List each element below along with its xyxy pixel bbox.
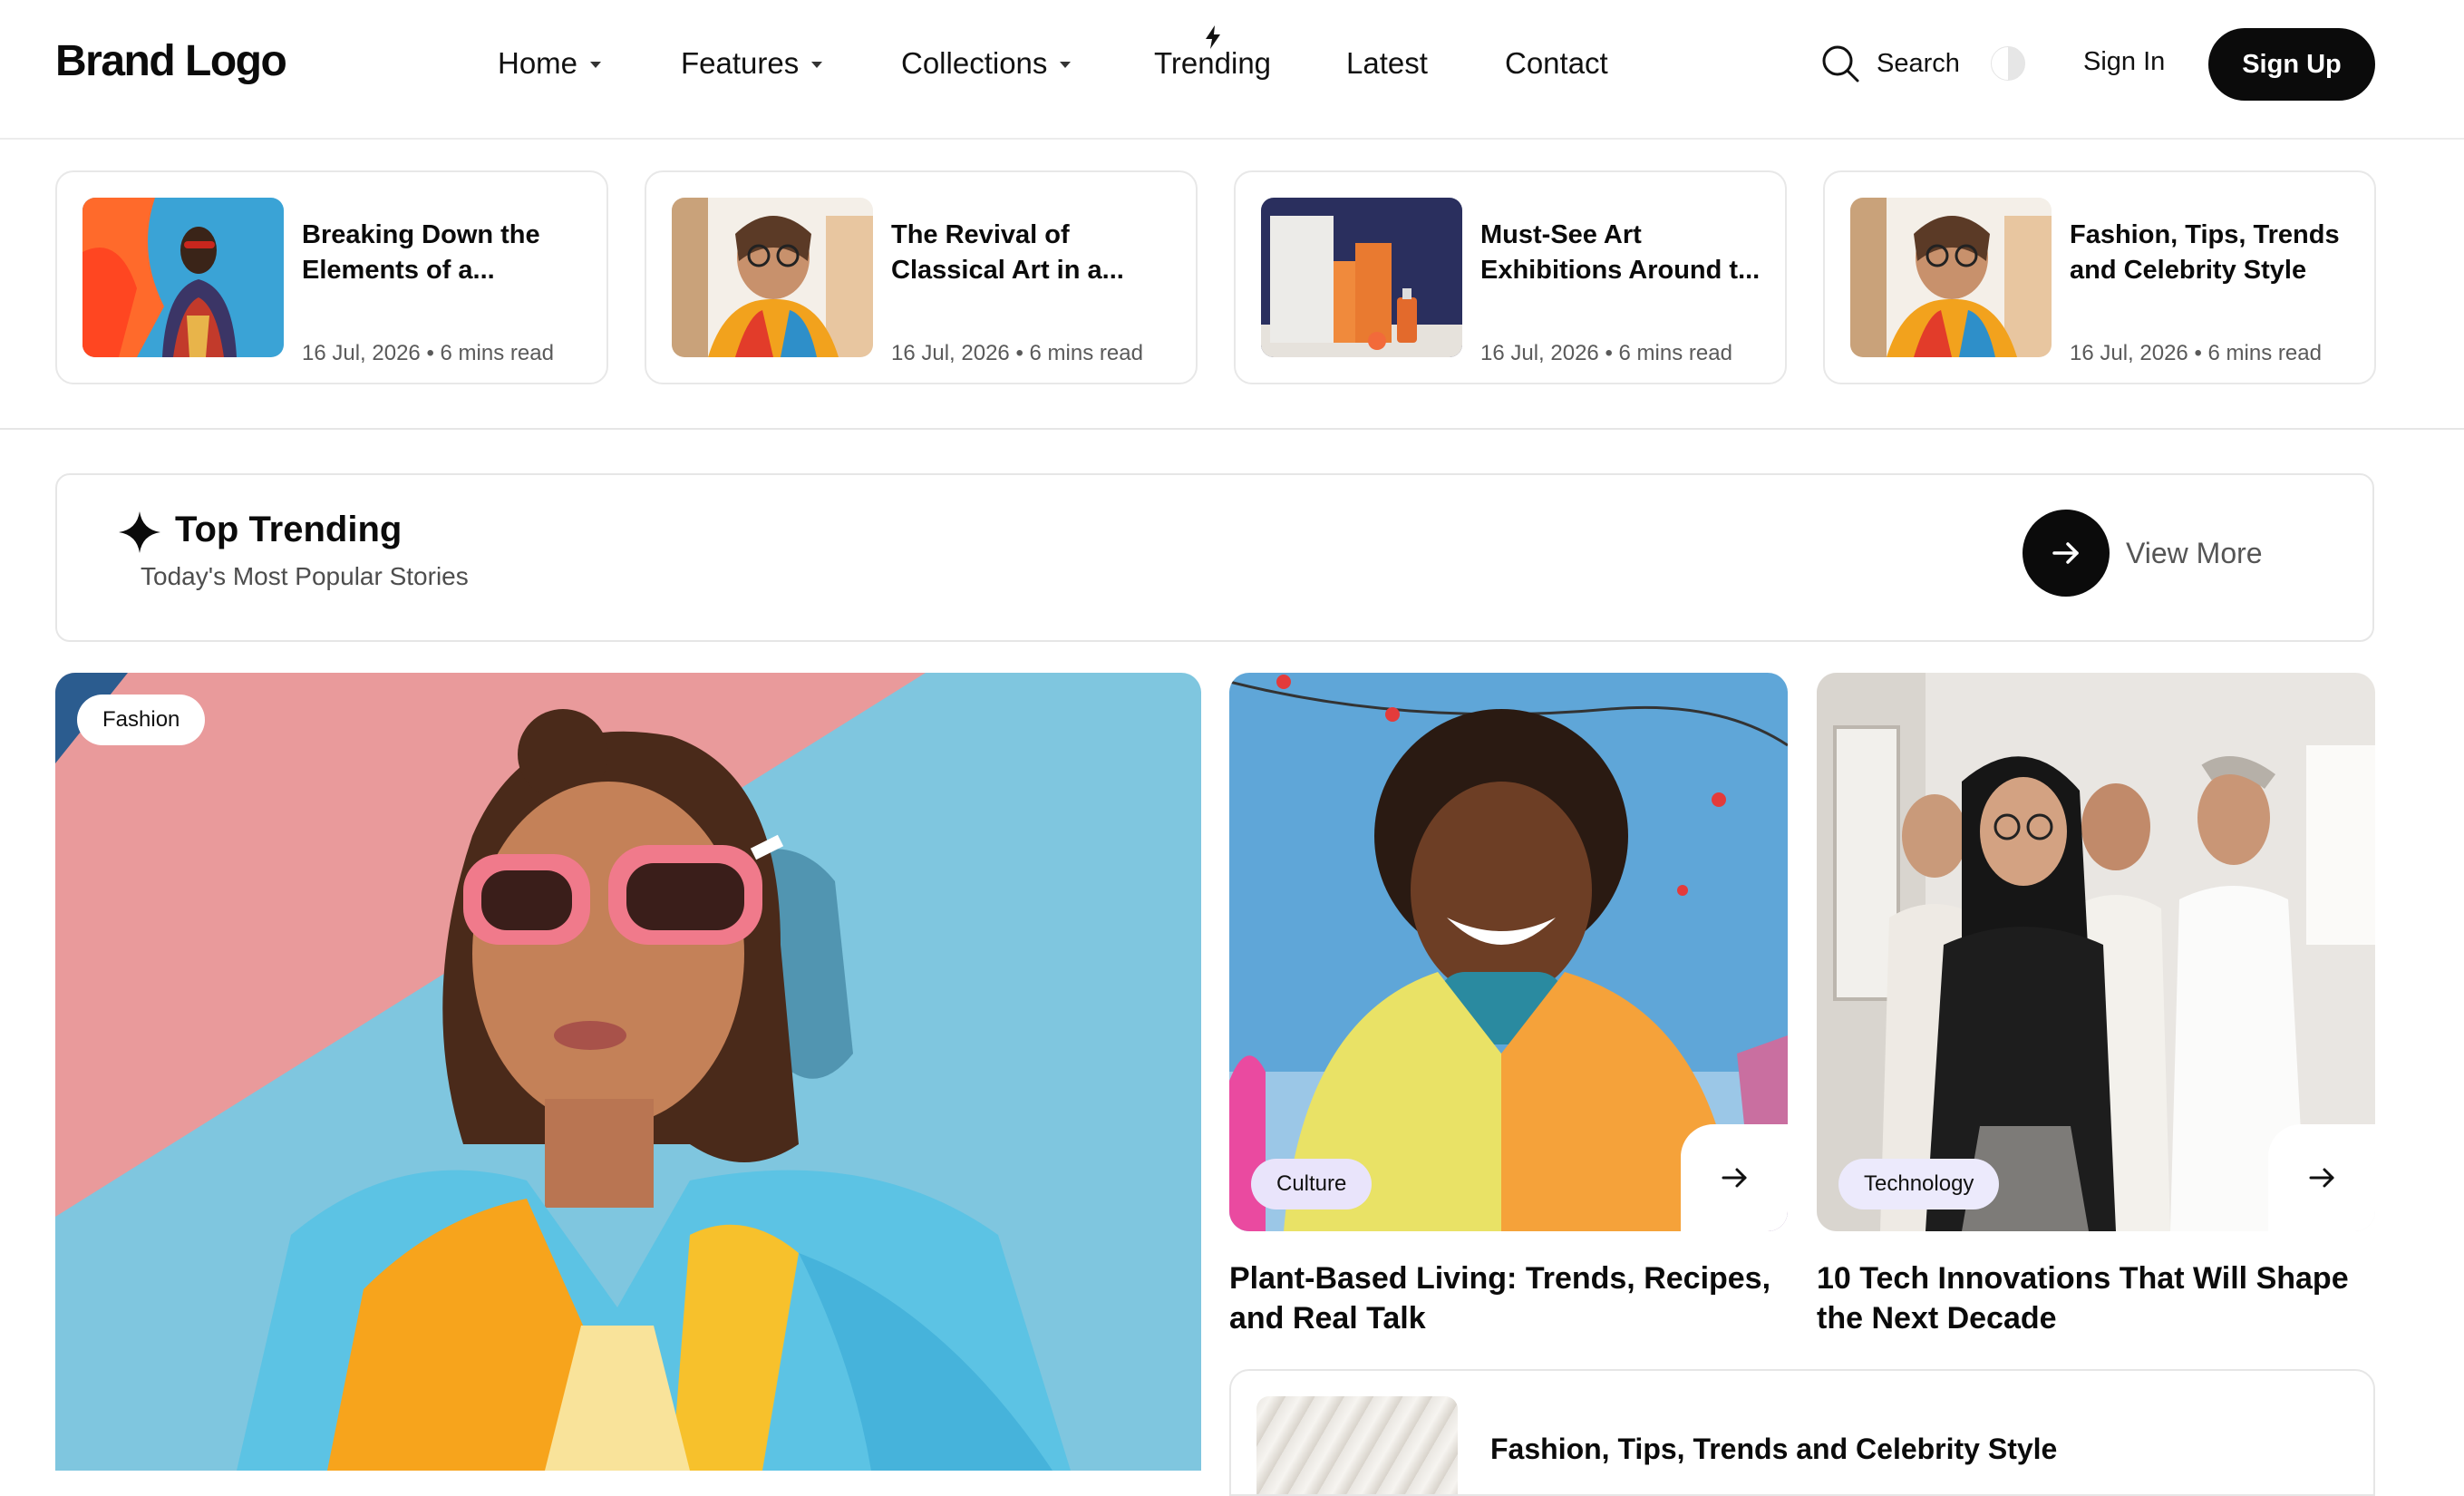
story-card[interactable]: Breaking Down the Elements of a... 16 Ju… bbox=[55, 170, 608, 384]
story-title[interactable]: Breaking Down the Elements of a... bbox=[302, 218, 587, 288]
article-card-image[interactable]: Technology bbox=[1817, 673, 2375, 1231]
story-meta: 16 Jul, 2026 • 6 mins read bbox=[302, 341, 554, 365]
chevron-down-icon bbox=[811, 62, 823, 68]
view-more-button[interactable] bbox=[2023, 510, 2110, 597]
open-article-button[interactable] bbox=[2268, 1124, 2375, 1231]
site-header: Brand Logo Home Features Collections Tre… bbox=[0, 0, 2464, 140]
sign-up-button[interactable]: Sign Up bbox=[2208, 28, 2375, 101]
category-tag-label: Technology bbox=[1864, 1171, 1974, 1196]
story-thumbnail bbox=[672, 198, 873, 357]
story-thumbnail bbox=[82, 198, 284, 357]
story-read-time: 6 mins read bbox=[2207, 341, 2322, 365]
story-read-time: 6 mins read bbox=[440, 341, 554, 365]
story-meta: 16 Jul, 2026 • 6 mins read bbox=[1480, 341, 1732, 365]
story-read-time: 6 mins read bbox=[1029, 341, 1143, 365]
view-more-label[interactable]: View More bbox=[2126, 537, 2263, 570]
story-date: 16 Jul, 2026 bbox=[302, 341, 421, 365]
article-card-image[interactable]: Culture bbox=[1229, 673, 1788, 1231]
story-read-time: 6 mins read bbox=[1618, 341, 1732, 365]
story-card[interactable]: Fashion, Tips, Trends and Celebrity Styl… bbox=[1823, 170, 2376, 384]
category-tag[interactable]: Technology bbox=[1838, 1159, 2000, 1209]
story-strip: Breaking Down the Elements of a... 16 Ju… bbox=[0, 140, 2464, 430]
sparkle-icon bbox=[119, 511, 160, 553]
nav-features-label: Features bbox=[681, 46, 800, 80]
search-icon bbox=[1822, 45, 1859, 83]
chevron-down-icon bbox=[1060, 62, 1072, 68]
nav-collections-label: Collections bbox=[901, 46, 1048, 80]
section-title: Top Trending bbox=[175, 510, 403, 549]
nav-trending[interactable]: Trending bbox=[1154, 45, 1271, 82]
story-card[interactable]: The Revival of Classical Art in a... 16 … bbox=[645, 170, 1198, 384]
story-date: 16 Jul, 2026 bbox=[891, 341, 1010, 365]
nav-contact[interactable]: Contact bbox=[1505, 45, 1608, 82]
category-tag-label: Culture bbox=[1276, 1171, 1347, 1196]
brand-logo[interactable]: Brand Logo bbox=[55, 36, 287, 86]
story-thumbnail bbox=[1261, 198, 1462, 357]
section-subtitle: Today's Most Popular Stories bbox=[141, 562, 469, 590]
featured-article-image[interactable]: Fashion bbox=[55, 673, 1201, 1471]
nav-home-label: Home bbox=[498, 46, 578, 80]
nav-contact-label: Contact bbox=[1505, 46, 1608, 80]
story-card[interactable]: Must-See Art Exhibitions Around t... 16 … bbox=[1234, 170, 1787, 384]
category-tag-label: Fashion bbox=[102, 707, 180, 732]
story-date: 16 Jul, 2026 bbox=[1480, 341, 1599, 365]
article-title[interactable]: Fashion, Tips, Trends and Celebrity Styl… bbox=[1490, 1433, 2057, 1466]
sign-in-link[interactable]: Sign In bbox=[2083, 47, 2165, 77]
article-title[interactable]: 10 Tech Innovations That Will Shape the … bbox=[1817, 1258, 2361, 1338]
theme-toggle-icon[interactable] bbox=[1991, 46, 2025, 81]
nav-latest[interactable]: Latest bbox=[1346, 45, 1428, 82]
story-title[interactable]: Fashion, Tips, Trends and Celebrity Styl… bbox=[2070, 218, 2355, 288]
article-thumbnail bbox=[1256, 1396, 1458, 1494]
nav-features[interactable]: Features bbox=[681, 45, 823, 82]
nav-home[interactable]: Home bbox=[498, 45, 602, 82]
nav-collections[interactable]: Collections bbox=[901, 45, 1072, 82]
story-meta: 16 Jul, 2026 • 6 mins read bbox=[891, 341, 1143, 365]
story-meta: 16 Jul, 2026 • 6 mins read bbox=[2070, 341, 2322, 365]
category-tag[interactable]: Culture bbox=[1251, 1159, 1373, 1209]
search-label: Search bbox=[1877, 48, 1960, 78]
story-date: 16 Jul, 2026 bbox=[2070, 341, 2188, 365]
category-tag[interactable]: Fashion bbox=[77, 695, 206, 745]
story-title[interactable]: The Revival of Classical Art in a... bbox=[891, 218, 1177, 288]
nav-latest-label: Latest bbox=[1346, 46, 1428, 80]
arrow-right-icon bbox=[2052, 542, 2079, 564]
arrow-right-icon bbox=[1722, 1168, 1747, 1188]
article-title[interactable]: Plant-Based Living: Trends, Recipes, and… bbox=[1229, 1258, 1773, 1338]
nav-trending-label: Trending bbox=[1154, 46, 1272, 80]
open-article-button[interactable] bbox=[1681, 1124, 1788, 1231]
arrow-right-icon bbox=[2309, 1168, 2334, 1188]
story-title[interactable]: Must-See Art Exhibitions Around t... bbox=[1480, 218, 1766, 288]
story-thumbnail bbox=[1850, 198, 2052, 357]
trending-header: Top Trending Today's Most Popular Storie… bbox=[55, 473, 2374, 642]
search-button[interactable]: Search bbox=[1820, 44, 1960, 83]
article-card[interactable]: Fashion, Tips, Trends and Celebrity Styl… bbox=[1229, 1369, 2375, 1496]
chevron-down-icon bbox=[590, 62, 602, 68]
